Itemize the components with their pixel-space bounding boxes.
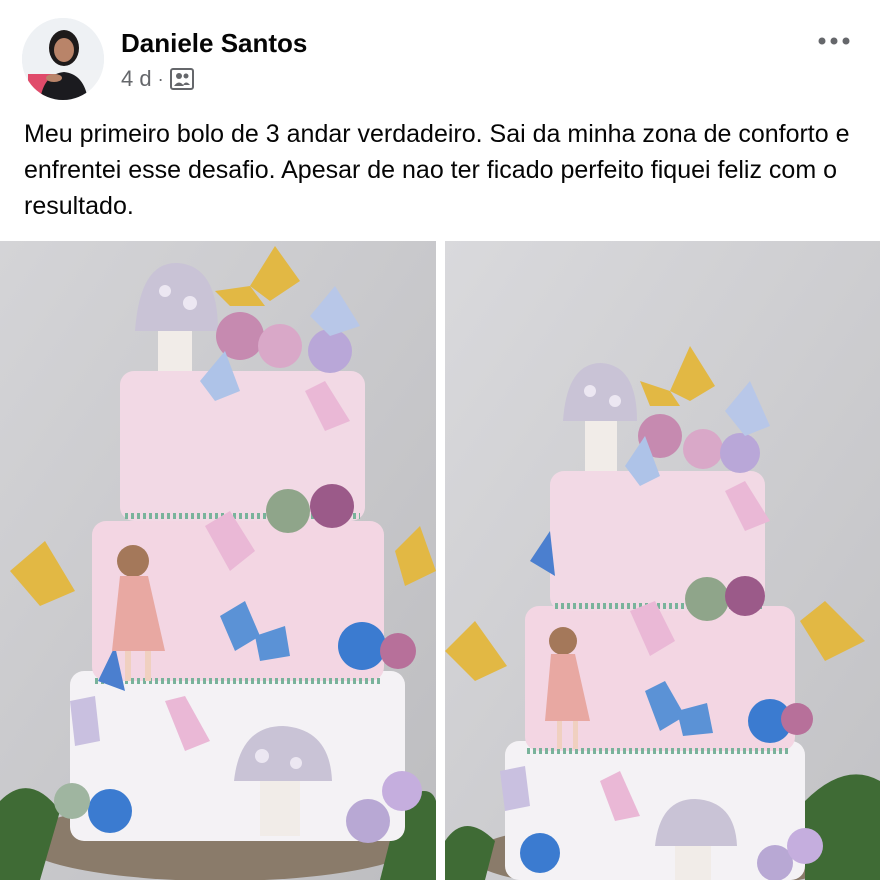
photo-grid — [0, 241, 880, 880]
post-text: Meu primeiro bolo de 3 andar verdadeiro.… — [24, 120, 850, 220]
post-meta: 4 d · — [121, 66, 194, 92]
more-options-icon[interactable] — [814, 26, 854, 56]
post-header: Daniele Santos 4 d · — [0, 0, 880, 110]
author-name[interactable]: Daniele Santos — [121, 28, 307, 59]
avatar[interactable] — [22, 18, 104, 100]
avatar-image — [22, 18, 104, 100]
cake-photo-left[interactable] — [0, 241, 436, 880]
cake-photo-right[interactable] — [445, 241, 880, 880]
post-time[interactable]: 4 d — [121, 66, 152, 92]
meta-separator: · — [157, 68, 164, 89]
friends-icon[interactable] — [169, 68, 194, 90]
